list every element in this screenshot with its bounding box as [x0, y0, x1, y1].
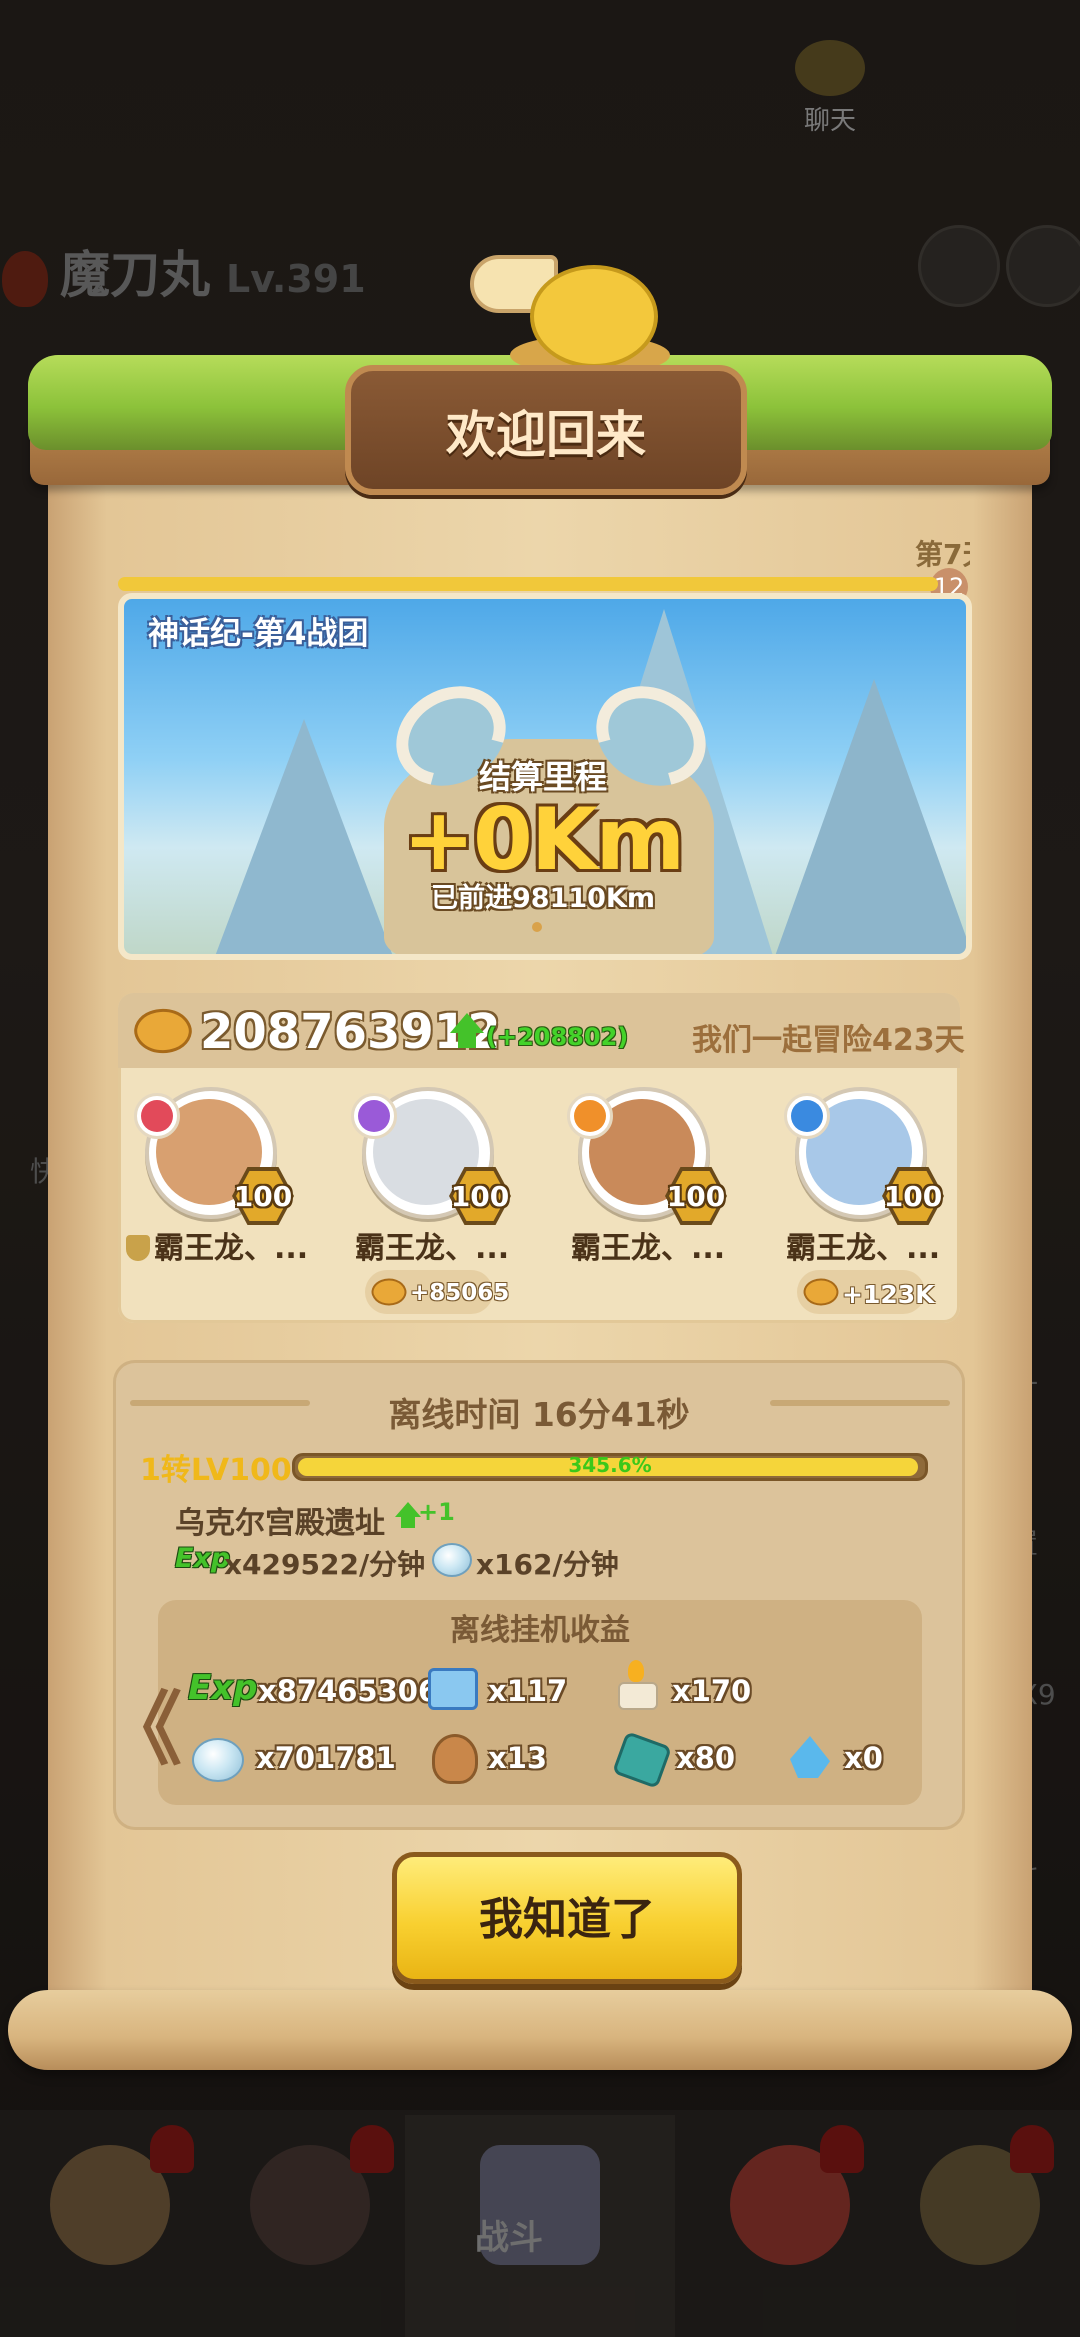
reward-gem: x80	[676, 1741, 736, 1775]
stone-rate: x162/分钟	[476, 1548, 619, 1581]
water-element-icon	[791, 1100, 823, 1132]
previous-arrow-icon[interactable]: 《	[102, 1665, 182, 1781]
confirm-button-label: 我知道了	[479, 1894, 655, 1945]
hero-slot-2[interactable]: 100 霸王龙、...	[337, 1085, 537, 1285]
hero-name: 霸王龙、...	[571, 1231, 726, 1266]
stone-icon	[432, 1543, 472, 1577]
hero-name: 霸王龙、...	[786, 1231, 941, 1266]
reward-crystal-box: x117	[488, 1674, 568, 1708]
dark-element-icon	[358, 1100, 390, 1132]
team-name: 神话纪-第4战团	[148, 616, 369, 652]
up-arrow-stem	[401, 1516, 415, 1528]
up-arrow-icon	[450, 1013, 484, 1033]
hero-level: 100	[450, 1180, 510, 1213]
sword-element-icon	[574, 1100, 606, 1132]
hero-slot-1[interactable]: 100 霸王龙、...	[120, 1085, 320, 1285]
candle-icon	[616, 1660, 658, 1710]
page-indicator-dot	[532, 922, 542, 932]
stage-name: 乌克尔宫殿遗址	[175, 1506, 385, 1541]
offline-time: 离线时间 16分41秒	[388, 1395, 690, 1434]
day-label: 第7天	[915, 538, 970, 571]
stone-icon	[192, 1738, 244, 1782]
adventure-days: 我们一起冒险423天	[692, 1023, 965, 1058]
mileage-progress: 已前进98110Km	[431, 883, 655, 914]
hero-bonus-1: +85065	[410, 1280, 510, 1306]
hero-level: 100	[666, 1180, 726, 1213]
exp-icon: Exp	[175, 1543, 231, 1574]
mascot-bird-icon	[470, 235, 680, 375]
hero-level: 100	[233, 1180, 293, 1213]
reward-meat: x13	[488, 1741, 548, 1775]
mileage-value: +0Km	[402, 790, 685, 890]
hero-slot-3[interactable]: 100 霸王龙、...	[553, 1085, 753, 1285]
gold-delta: (+208802)	[486, 1023, 629, 1051]
level-label: 1转LV100	[140, 1453, 292, 1488]
stage-change: +1	[418, 1498, 455, 1526]
exp-reward-icon: Exp	[188, 1668, 258, 1708]
up-arrow-stem	[458, 1032, 476, 1048]
xp-percent: 345.6%	[568, 1453, 652, 1477]
top-progress-bar	[118, 577, 938, 591]
hero-name: 霸王龙、...	[126, 1223, 326, 1267]
shield-icon	[126, 1235, 150, 1261]
hero-level: 100	[883, 1180, 943, 1213]
reward-stone: x701781	[256, 1741, 396, 1775]
reward-shard: x0	[844, 1741, 883, 1775]
earnings-title: 离线挂机收益	[450, 1613, 630, 1648]
hero-slot-4[interactable]: 100 霸王龙、...	[770, 1085, 970, 1285]
hero-bonus-2: +123K	[842, 1280, 935, 1309]
reward-candle: x170	[672, 1674, 752, 1708]
meat-icon	[432, 1734, 478, 1784]
fire-element-icon	[141, 1100, 173, 1132]
exp-rate: x429522/分钟	[224, 1548, 426, 1581]
hero-name: 霸王龙、...	[355, 1231, 510, 1266]
dialog-title: 欢迎回来	[446, 406, 646, 464]
scroll-roll-bottom	[8, 1990, 1072, 2070]
crystal-box-icon	[428, 1668, 478, 1710]
